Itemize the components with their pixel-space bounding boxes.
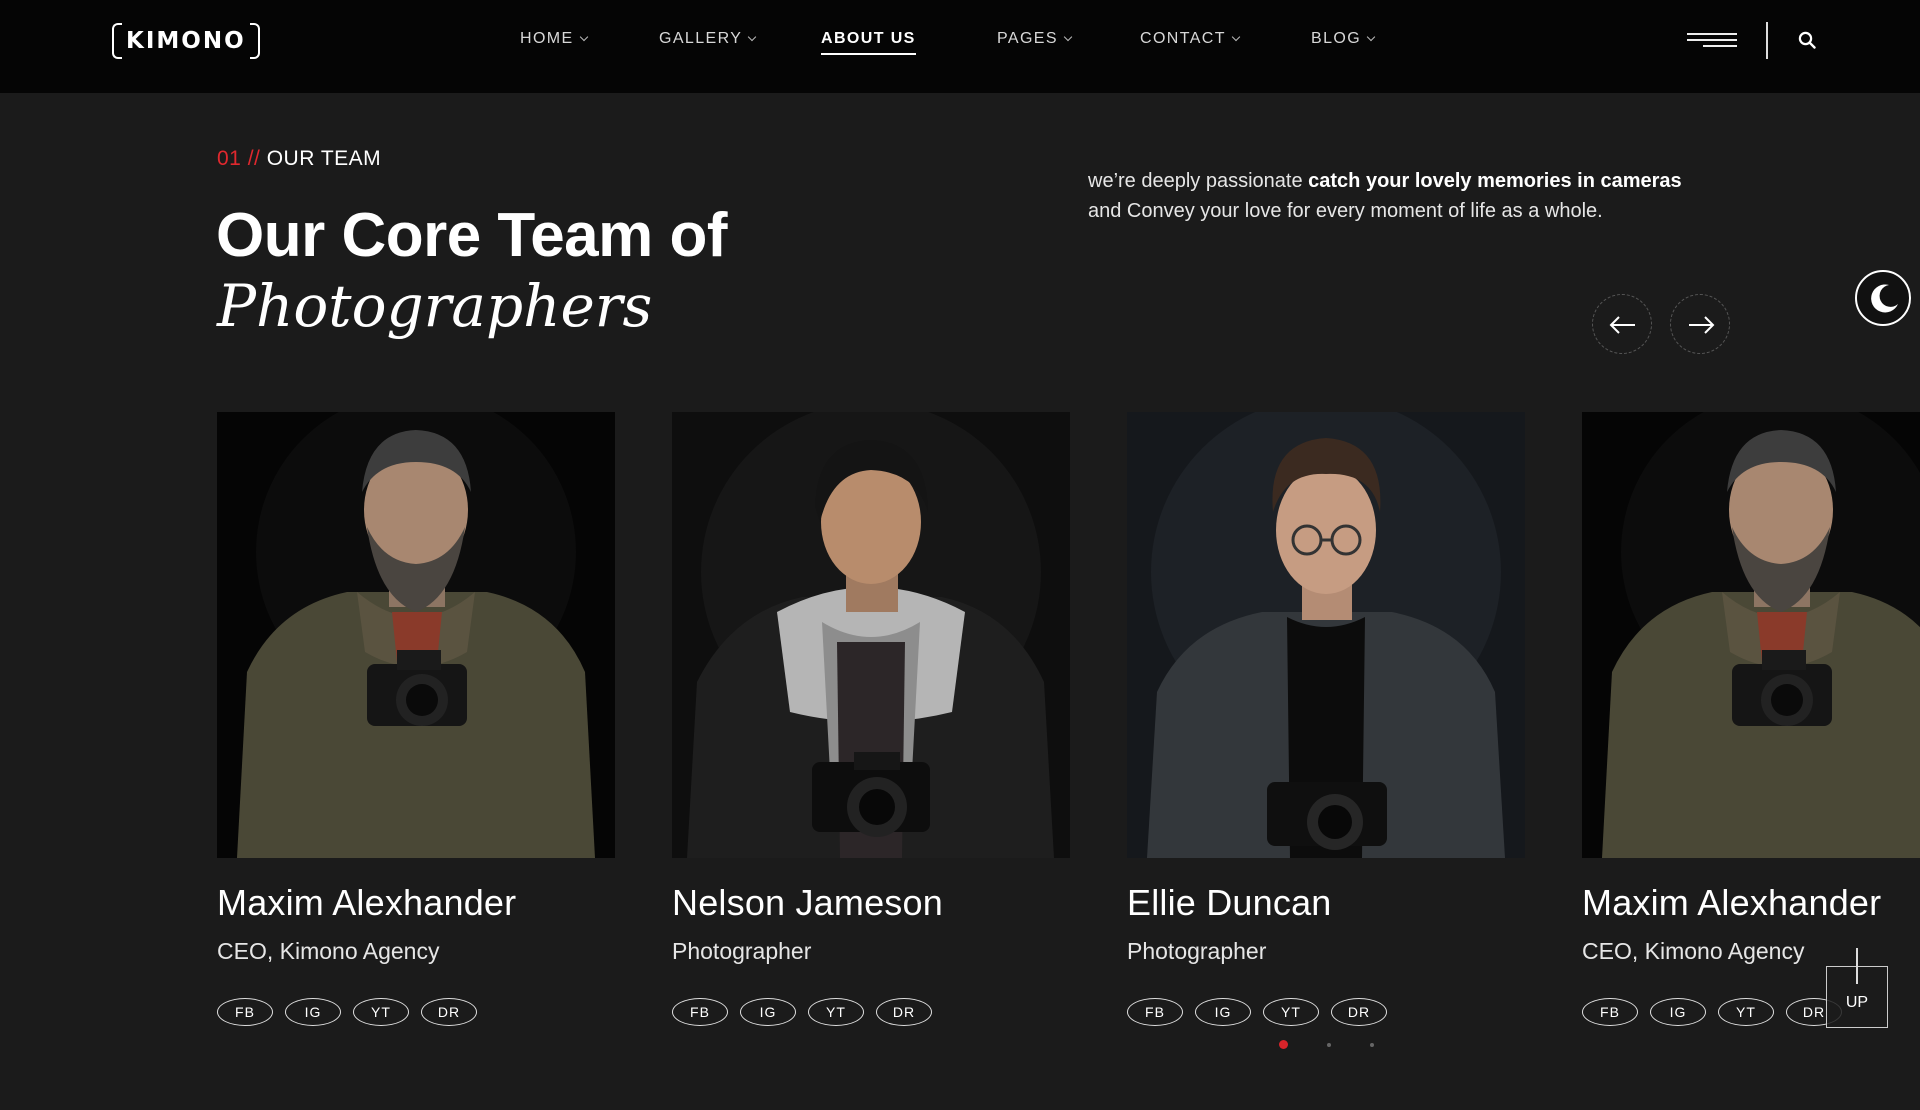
nav-about-us[interactable]: ABOUT US bbox=[821, 30, 916, 55]
prev-slide-button[interactable] bbox=[1592, 294, 1652, 354]
chevron-down-icon bbox=[1063, 32, 1073, 42]
section-eyebrow: 01 // OUR TEAM bbox=[217, 147, 381, 171]
logo-bracket-right bbox=[249, 23, 260, 59]
nav-home[interactable]: HOME bbox=[520, 30, 588, 48]
chevron-down-icon bbox=[1231, 32, 1241, 42]
header-divider bbox=[1766, 22, 1768, 59]
site-header: KIMONO HOME GALLERY ABOUT US PAGES CONTA… bbox=[0, 0, 1920, 93]
intro-bold: catch your lovely memories in cameras bbox=[1308, 170, 1682, 192]
social-yt[interactable]: YT bbox=[1718, 998, 1774, 1026]
logo-bracket-left bbox=[112, 23, 122, 59]
social-fb[interactable]: FB bbox=[1582, 998, 1638, 1026]
nav-home-label: HOME bbox=[520, 30, 574, 47]
section-title: Our Core Team of bbox=[216, 201, 728, 270]
intro-suffix: and Convey your love for every moment of… bbox=[1088, 200, 1603, 222]
slider-dot[interactable] bbox=[1327, 1042, 1331, 1047]
social-ig[interactable]: IG bbox=[285, 998, 341, 1026]
team-card[interactable]: Maxim Alexhander CEO, Kimono Agency FB I… bbox=[1582, 412, 1920, 1026]
social-fb[interactable]: FB bbox=[1127, 998, 1183, 1026]
social-yt[interactable]: YT bbox=[808, 998, 864, 1026]
team-name: Maxim Alexhander bbox=[1582, 882, 1882, 923]
team-card[interactable]: Ellie Duncan Photographer FB IG YT DR bbox=[1127, 412, 1525, 1026]
team-role: Photographer bbox=[1127, 938, 1267, 964]
team-photo bbox=[217, 412, 615, 858]
eyebrow-number: 01 // bbox=[217, 147, 261, 170]
moon-icon bbox=[1871, 284, 1898, 313]
arrow-right-icon bbox=[1689, 316, 1715, 334]
intro-prefix: we’re deeply passionate bbox=[1088, 170, 1309, 192]
social-dr[interactable]: DR bbox=[876, 998, 932, 1026]
slider-dot[interactable] bbox=[1370, 1042, 1374, 1047]
social-dr[interactable]: DR bbox=[421, 998, 477, 1026]
social-links: FB IG YT DR bbox=[672, 998, 1070, 1026]
next-slide-button[interactable] bbox=[1670, 294, 1730, 354]
team-name: Maxim Alexhander bbox=[217, 882, 517, 923]
nav-pages[interactable]: PAGES bbox=[997, 30, 1073, 48]
team-name: Nelson Jameson bbox=[672, 882, 943, 923]
team-name: Ellie Duncan bbox=[1127, 882, 1332, 923]
social-fb[interactable]: FB bbox=[672, 998, 728, 1026]
social-yt[interactable]: YT bbox=[353, 998, 409, 1026]
social-ig[interactable]: IG bbox=[1195, 998, 1251, 1026]
scroll-up-label: UP bbox=[1845, 994, 1869, 1011]
scroll-up-line bbox=[1856, 948, 1858, 984]
eyebrow-label: OUR TEAM bbox=[266, 147, 382, 170]
nav-contact[interactable]: CONTACT bbox=[1140, 30, 1241, 48]
social-links: FB IG YT DR bbox=[217, 998, 615, 1026]
nav-gallery[interactable]: GALLERY bbox=[659, 30, 757, 48]
team-photo bbox=[672, 412, 1070, 858]
social-yt[interactable]: YT bbox=[1263, 998, 1319, 1026]
social-ig[interactable]: IG bbox=[1650, 998, 1706, 1026]
dark-mode-toggle[interactable] bbox=[1855, 270, 1911, 326]
team-role: Photographer bbox=[672, 938, 812, 964]
search-icon[interactable] bbox=[1798, 31, 1816, 49]
team-photo bbox=[1582, 412, 1920, 858]
nav-about-us-label: ABOUT US bbox=[821, 30, 916, 47]
menu-icon[interactable] bbox=[1687, 31, 1737, 49]
chevron-down-icon bbox=[579, 32, 588, 42]
social-ig[interactable]: IG bbox=[740, 998, 796, 1026]
nav-contact-label: CONTACT bbox=[1140, 30, 1226, 47]
slider-dots bbox=[1279, 1040, 1413, 1049]
chevron-down-icon bbox=[1366, 32, 1376, 42]
team-photo bbox=[1127, 412, 1525, 858]
section-title-italic: Photographers bbox=[217, 272, 653, 340]
nav-blog-label: BLOG bbox=[1311, 30, 1362, 47]
nav-pages-label: PAGES bbox=[997, 30, 1058, 47]
nav-gallery-label: GALLERY bbox=[659, 30, 743, 47]
slider-dot-active[interactable] bbox=[1279, 1040, 1288, 1049]
team-role: CEO, Kimono Agency bbox=[217, 938, 440, 964]
social-dr[interactable]: DR bbox=[1331, 998, 1387, 1026]
social-fb[interactable]: FB bbox=[217, 998, 273, 1026]
logo[interactable]: KIMONO bbox=[112, 22, 260, 60]
section-intro: we’re deeply passionate catch your lovel… bbox=[1088, 166, 1788, 226]
arrow-left-icon bbox=[1609, 316, 1635, 334]
team-card[interactable]: Nelson Jameson Photographer FB IG YT DR bbox=[672, 412, 1070, 1026]
chevron-down-icon bbox=[748, 32, 757, 42]
team-role: CEO, Kimono Agency bbox=[1582, 938, 1805, 964]
team-card[interactable]: Maxim Alexhander CEO, Kimono Agency FB I… bbox=[217, 412, 615, 1026]
page: KIMONO HOME GALLERY ABOUT US PAGES CONTA… bbox=[0, 0, 1920, 1110]
nav-blog[interactable]: BLOG bbox=[1311, 30, 1376, 48]
logo-text: KIMONO bbox=[126, 28, 246, 54]
social-links: FB IG YT DR bbox=[1127, 998, 1525, 1026]
